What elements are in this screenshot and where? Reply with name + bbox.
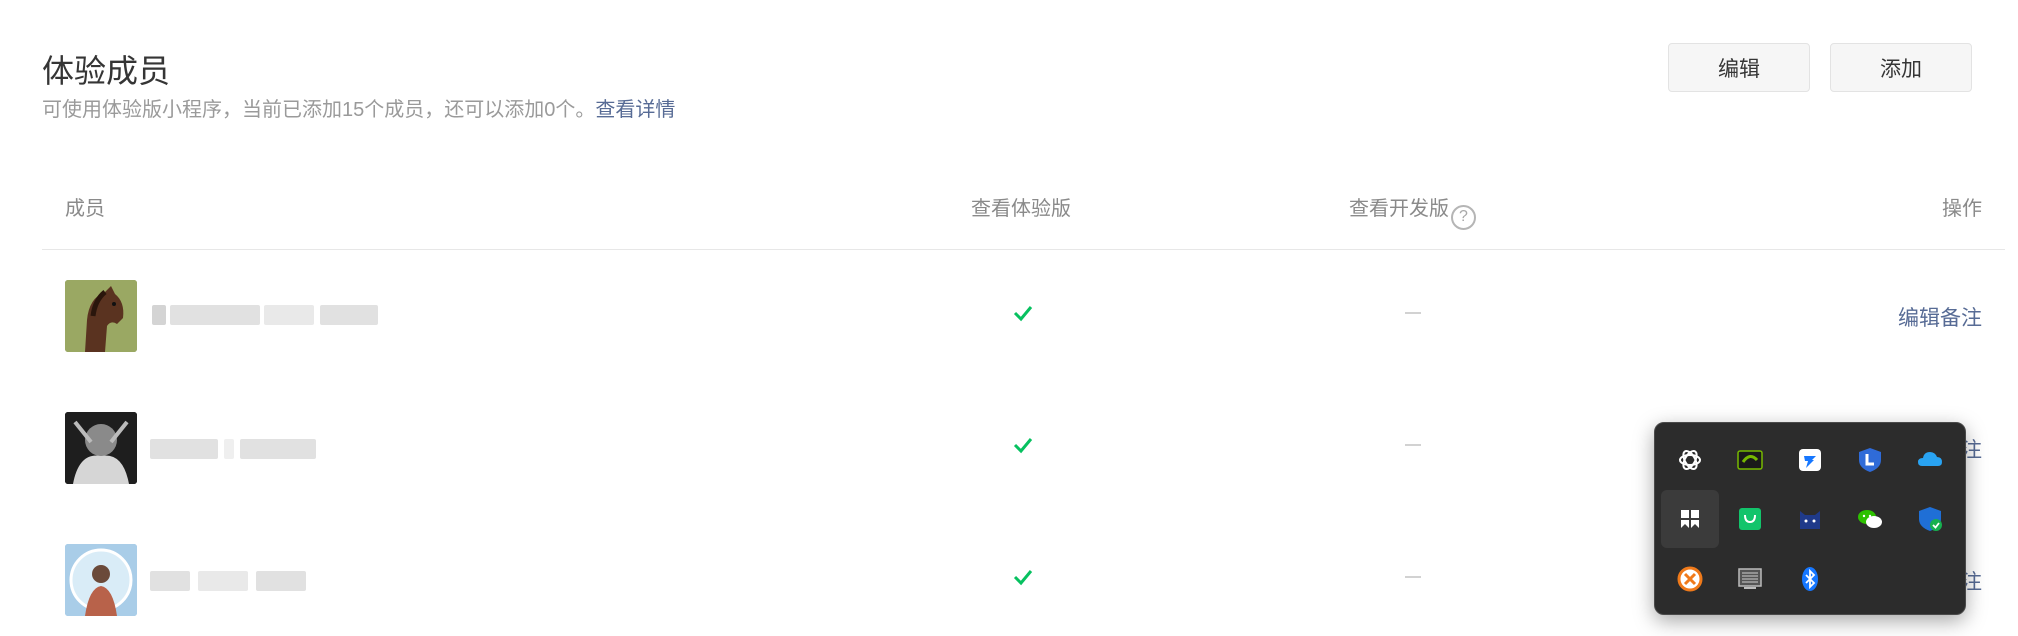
member-name-blurred xyxy=(150,571,310,591)
table-header-divider xyxy=(42,249,2005,250)
windows-security-icon[interactable] xyxy=(1901,490,1959,548)
close-circle-icon[interactable] xyxy=(1661,550,1719,608)
help-icon[interactable]: ? xyxy=(1451,204,1476,230)
table-row: 编辑备注 xyxy=(0,262,2018,372)
column-header-view-dev: 查看开发版? xyxy=(1349,192,1476,230)
bluetooth-icon[interactable] xyxy=(1781,550,1839,608)
shopping-bag-icon[interactable] xyxy=(1721,490,1779,548)
system-tray-overflow-popup xyxy=(1654,422,1966,615)
dash-icon xyxy=(1405,576,1421,578)
member-name-blurred xyxy=(152,305,382,325)
description-text: 可使用体验版小程序，当前已添加15个成员，还可以添加0个。 xyxy=(42,99,596,121)
avatar xyxy=(65,544,137,616)
avatar xyxy=(65,412,137,484)
tencent-meeting-icon[interactable] xyxy=(1781,431,1839,489)
column-header-action: 操作 xyxy=(1942,198,1982,220)
page-title: 体验成员 xyxy=(42,53,171,89)
add-button[interactable]: 添加 xyxy=(1830,43,1972,92)
lenovo-shield-icon[interactable] xyxy=(1841,431,1899,489)
edit-remark-link[interactable]: 编辑备注 xyxy=(1898,302,1982,332)
dash-icon xyxy=(1405,312,1421,314)
check-icon xyxy=(1013,438,1033,454)
check-icon xyxy=(1013,306,1033,322)
column-header-view-dev-label: 查看开发版 xyxy=(1349,198,1449,220)
dash-icon xyxy=(1405,444,1421,446)
member-name-blurred xyxy=(150,439,320,459)
monitor-icon[interactable] xyxy=(1721,550,1779,608)
avatar xyxy=(65,280,137,352)
onedrive-icon[interactable] xyxy=(1901,431,1959,489)
column-header-view-trial: 查看体验版 xyxy=(971,198,1071,220)
chatgpt-icon[interactable] xyxy=(1661,431,1719,489)
edit-button[interactable]: 编辑 xyxy=(1668,43,1810,92)
nvidia-icon[interactable] xyxy=(1721,431,1779,489)
column-header-member: 成员 xyxy=(65,198,105,220)
wechat-icon[interactable] xyxy=(1841,490,1899,548)
cat-app-icon[interactable] xyxy=(1781,490,1839,548)
page-description: 可使用体验版小程序，当前已添加15个成员，还可以添加0个。查看详情 xyxy=(42,93,675,122)
check-icon xyxy=(1013,570,1033,586)
view-details-link[interactable]: 查看详情 xyxy=(595,99,675,121)
app-grid-icon[interactable] xyxy=(1661,490,1719,548)
